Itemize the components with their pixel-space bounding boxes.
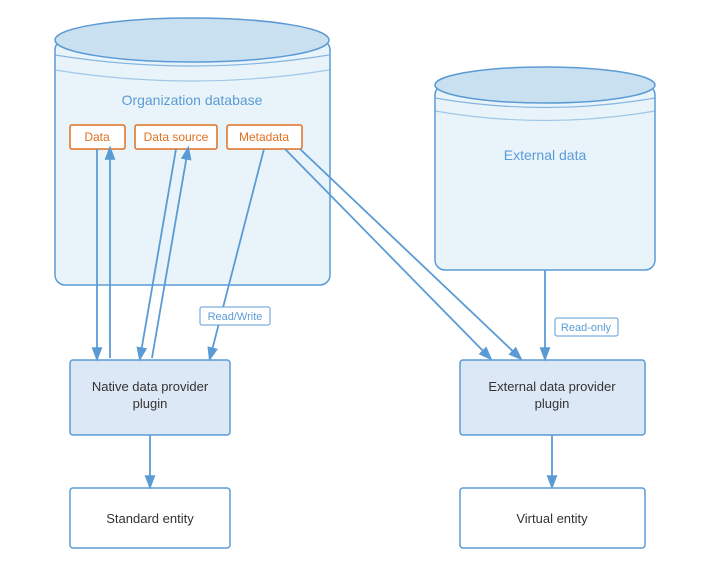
native-plugin-label-line1: Native data provider xyxy=(92,379,209,394)
virtual-entity-label: Virtual entity xyxy=(516,511,588,526)
external-plugin-label-line1: External data provider xyxy=(488,379,616,394)
metadata-tag-label: Metadata xyxy=(239,130,289,144)
ext-db-label: External data xyxy=(504,147,587,163)
standard-entity-label: Standard entity xyxy=(106,511,194,526)
read-only-label: Read-only xyxy=(561,322,612,334)
org-db-label: Organization database xyxy=(122,92,263,108)
external-plugin-label-line2: plugin xyxy=(535,396,570,411)
read-write-label: Read/Write xyxy=(208,311,263,323)
data-tag-label: Data xyxy=(84,130,110,144)
data-source-tag-label: Data source xyxy=(144,130,209,144)
native-plugin-label-line2: plugin xyxy=(133,396,168,411)
